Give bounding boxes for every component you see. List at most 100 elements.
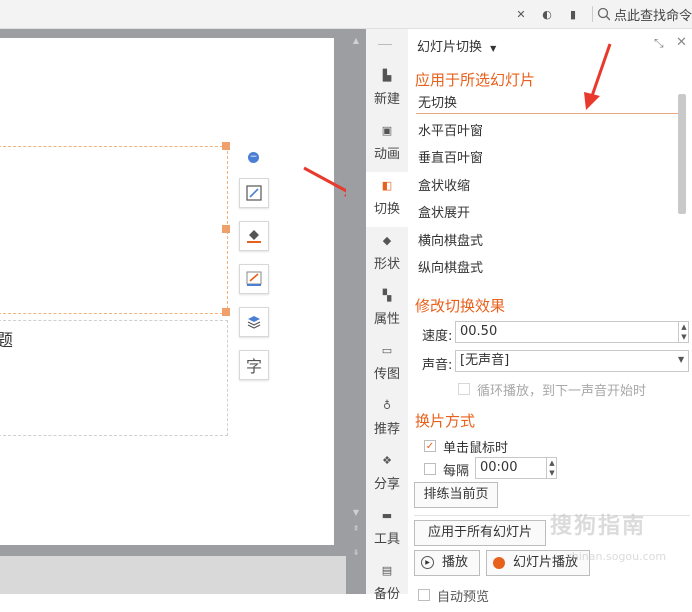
paint-bucket-icon <box>247 230 261 243</box>
animation-icon: ▣ <box>381 124 393 137</box>
rail-item-label: 形状 <box>373 257 400 272</box>
fill-button[interactable] <box>239 221 269 251</box>
every-label: 每隔 <box>443 464 470 479</box>
layers-icon <box>247 316 261 329</box>
autopreview-label: 自动预览 <box>437 590 490 605</box>
rail-item-properties[interactable]: ▚ 属性 <box>366 282 408 337</box>
resize-handle[interactable] <box>222 142 230 150</box>
transition-icon: ◧ <box>381 179 393 192</box>
backup-icon: ▤ <box>381 564 393 577</box>
rehearse-button[interactable]: 排练当前页 <box>414 482 498 508</box>
upload-image-icon: ▭ <box>381 344 393 357</box>
checkmark-icon: ✓ <box>425 441 435 452</box>
rail-item-label: 属性 <box>373 312 400 327</box>
transition-item[interactable]: 纵向棋盘式 <box>418 257 483 276</box>
rail-item-toolbox[interactable]: ▬ 工具 <box>366 502 408 557</box>
feedback-icon[interactable]: ▮ <box>566 7 580 21</box>
pin-icon[interactable]: ✕ <box>514 7 528 21</box>
interval-up-icon[interactable]: ▲ <box>546 458 557 468</box>
watermark-text: 搜狗指南 <box>550 514 647 539</box>
rail-item-share[interactable]: ❖ 分享 <box>366 447 408 502</box>
rail-item-backup[interactable]: ▤ 备份 <box>366 557 408 612</box>
sound-select[interactable]: [无声音] <box>455 350 689 372</box>
close-icon[interactable]: ✕ <box>676 35 687 50</box>
annotation-arrow <box>584 43 612 110</box>
collapse-panel-icon[interactable]: ⤡ <box>654 36 664 51</box>
on-click-label: 单击鼠标时 <box>443 441 509 456</box>
speed-field[interactable]: 00.50 <box>455 321 689 343</box>
collapse-icon[interactable]: − <box>248 152 259 163</box>
panel-title-text: 幻灯片切换 <box>417 40 483 55</box>
transition-item[interactable]: 水平百叶窗 <box>418 120 483 139</box>
rail-item-label: 新建 <box>373 92 400 107</box>
scroll-up-icon[interactable]: ▲ <box>350 36 362 46</box>
toolbox-icon: ▬ <box>381 509 393 522</box>
placeholder-text: 题 <box>0 331 13 351</box>
speed-label: 速度: <box>422 329 453 344</box>
rail-item-label: 工具 <box>373 532 400 547</box>
rail-item-upload-image[interactable]: ▭ 传图 <box>366 337 408 392</box>
slideshow-icon <box>493 556 505 569</box>
speed-up-icon[interactable]: ▲ <box>678 322 689 332</box>
list-scrollbar-thumb[interactable] <box>678 94 686 214</box>
properties-icon: ▚ <box>382 289 392 302</box>
divider <box>592 6 593 22</box>
transition-item[interactable]: 盒状展开 <box>418 202 470 221</box>
speed-value: 00.50 <box>460 324 498 339</box>
play-button[interactable]: ▶ 播放 <box>414 550 480 576</box>
rail-item-transition[interactable]: ◧ 切换 <box>366 172 408 227</box>
top-toolbar <box>0 0 692 29</box>
next-page-icon[interactable]: ⇟ <box>350 548 362 558</box>
recommend-icon: ♁ <box>382 399 392 412</box>
rail-item-label: 传图 <box>373 367 400 382</box>
rail-item-label: 分享 <box>373 477 400 492</box>
resize-handle[interactable] <box>222 225 230 233</box>
prev-page-icon[interactable]: ⇞ <box>350 524 362 534</box>
search-label: 点此查找命令 <box>613 8 692 24</box>
text-style-button[interactable]: 字 <box>239 350 269 380</box>
every-checkbox[interactable] <box>424 463 436 475</box>
transition-item[interactable]: 横向棋盘式 <box>418 230 483 249</box>
loop-label: 循环播放，到下一声音开始时 <box>477 384 647 399</box>
sound-value: [无声音] <box>460 353 510 368</box>
transition-item[interactable]: 无切换 <box>418 92 457 111</box>
scroll-down-icon[interactable]: ▼ <box>350 508 362 518</box>
advance-section-title: 换片方式 <box>415 412 476 430</box>
apply-section-title: 应用于所选幻灯片 <box>415 71 536 89</box>
rail-item-label: 切换 <box>373 202 400 217</box>
watermark-url: zhinan.sogou.com <box>566 550 667 563</box>
apply-all-button[interactable]: 应用于所有幻灯片 <box>414 520 546 546</box>
loop-checkbox[interactable] <box>458 383 470 395</box>
transition-item[interactable]: 盒状收缩 <box>418 175 470 194</box>
rail-item-shapes[interactable]: ◆ 形状 <box>366 227 408 282</box>
chevron-down-icon[interactable]: ▼ <box>678 355 684 364</box>
sound-label: 声音: <box>422 358 453 373</box>
layer-button[interactable] <box>239 307 269 337</box>
edit-shape-button[interactable] <box>239 178 269 208</box>
skin-icon[interactable]: ◐ <box>540 7 554 21</box>
interval-field[interactable]: 00:00 <box>475 457 557 479</box>
play-label: 播放 <box>442 555 469 570</box>
outline-button[interactable] <box>239 264 269 294</box>
transition-item[interactable]: 垂直百叶窗 <box>418 147 483 166</box>
resize-handle[interactable] <box>222 308 230 316</box>
search-command-box[interactable]: 点此查找命令 <box>592 3 692 25</box>
speed-down-icon[interactable]: ▼ <box>678 332 689 342</box>
subtitle-placeholder[interactable] <box>0 320 228 436</box>
new-slide-icon: ▙ <box>382 69 392 82</box>
autopreview-checkbox[interactable] <box>418 589 430 601</box>
slide-page[interactable]: 题 <box>0 38 334 545</box>
rail-item-label: 备份 <box>373 587 400 602</box>
on-click-checkbox[interactable]: ✓ <box>424 440 436 452</box>
interval-down-icon[interactable]: ▼ <box>546 468 557 478</box>
panel-title[interactable]: 幻灯片切换 ▼ <box>417 36 496 55</box>
notes-strip <box>0 556 346 594</box>
rail-item-animation[interactable]: ▣ 动画 <box>366 117 408 172</box>
rail-item-label: 动画 <box>373 147 400 162</box>
title-placeholder[interactable] <box>0 146 228 314</box>
shapes-icon: ◆ <box>382 234 392 247</box>
rail-item-new-slide[interactable]: ▙ 新建 <box>366 62 408 117</box>
play-icon: ▶ <box>421 556 434 569</box>
search-icon <box>597 7 610 21</box>
rail-item-recommend[interactable]: ♁ 推荐 <box>366 392 408 447</box>
